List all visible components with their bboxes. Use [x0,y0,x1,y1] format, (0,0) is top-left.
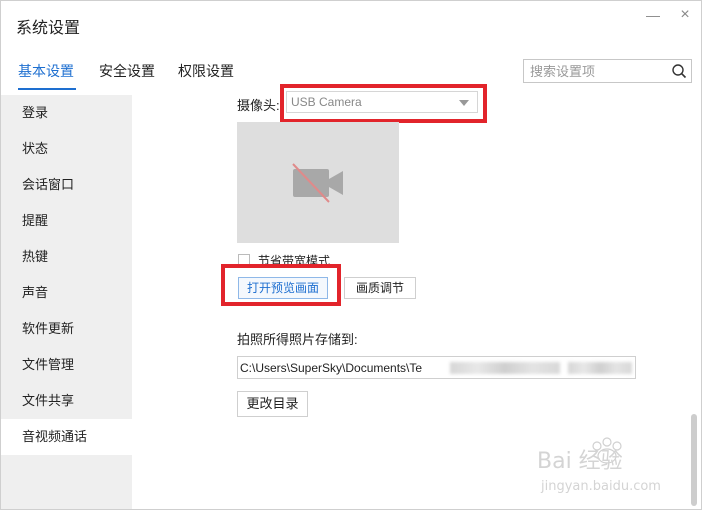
scrollbar[interactable] [691,414,697,506]
active-tab-indicator [18,88,76,90]
search-box [523,59,692,83]
camera-label: 摄像头: [237,98,280,113]
minimize-button[interactable]: — [643,6,663,24]
svg-text:Bai 经验: Bai 经验 [537,449,623,474]
photo-save-label: 拍照所得照片存储到: [237,332,358,347]
sidebar-item-sound[interactable]: 声音 [1,275,132,311]
sidebar-item-file-sharing[interactable]: 文件共享 [1,383,132,419]
sidebar-item-file-management[interactable]: 文件管理 [1,347,132,383]
sidebar-item-reminder[interactable]: 提醒 [1,203,132,239]
baidu-jingyan-watermark: Bai 经验 jingyan.baidu.com [537,437,661,494]
tab-basic-settings[interactable]: 基本设置 [18,61,74,81]
highlight-box-camera [280,84,487,123]
redacted-path-segment [450,362,560,374]
redacted-path-segment [568,362,632,374]
sidebar-item-hotkeys[interactable]: 热键 [1,239,132,275]
search-icon[interactable] [671,63,687,79]
sidebar: 登录 状态 会话窗口 提醒 热键 声音 软件更新 文件管理 文件共享 音视频通话 [1,95,132,509]
camera-off-icon [292,163,343,203]
window-title: 系统设置 [16,20,81,37]
change-directory-button[interactable]: 更改目录 [237,391,308,417]
photo-path-field[interactable]: C:\Users\SuperSky\Documents\Te [237,356,636,379]
svg-text:jingyan.baidu.com: jingyan.baidu.com [540,479,661,494]
sidebar-item-login[interactable]: 登录 [1,95,132,131]
sidebar-item-av-call[interactable]: 音视频通话 [1,419,132,455]
sidebar-item-chat-window[interactable]: 会话窗口 [1,167,132,203]
quality-adjust-button[interactable]: 画质调节 [344,277,416,299]
tab-permission-settings[interactable]: 权限设置 [178,61,234,81]
tab-security-settings[interactable]: 安全设置 [99,61,155,81]
sidebar-item-status[interactable]: 状态 [1,131,132,167]
camera-preview [237,122,399,243]
close-button[interactable]: × [675,6,695,24]
photo-path-text: C:\Users\SuperSky\Documents\Te [240,361,423,375]
sidebar-item-software-update[interactable]: 软件更新 [1,311,132,347]
search-input[interactable] [530,62,670,80]
highlight-box-preview [221,264,341,306]
